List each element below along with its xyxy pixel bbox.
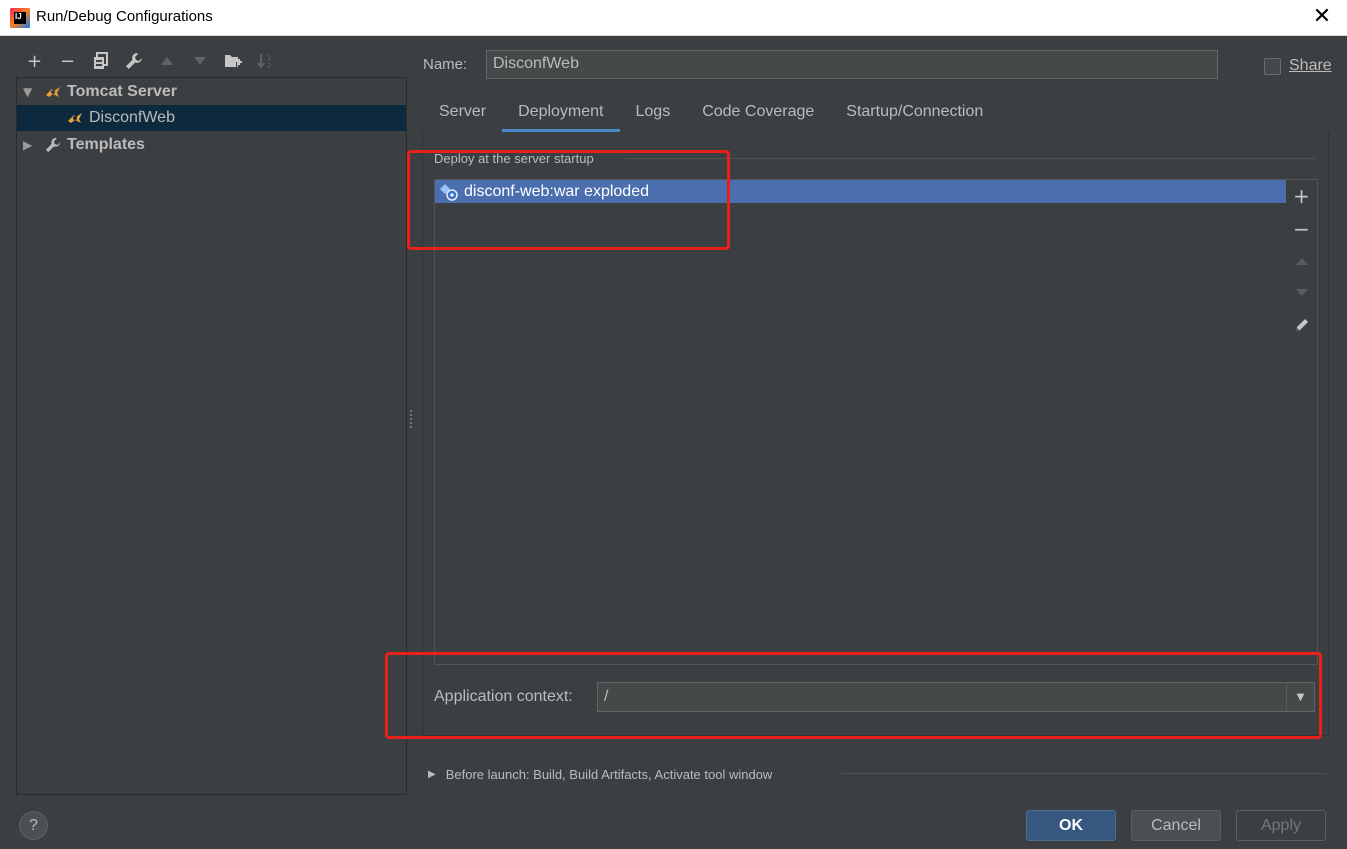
- share-label[interactable]: Share: [1289, 57, 1332, 75]
- tomcat-icon: [65, 110, 85, 126]
- name-field[interactable]: DisconfWeb: [486, 50, 1218, 79]
- tree-item-label: Templates: [67, 136, 145, 153]
- move-down-icon[interactable]: [1286, 278, 1317, 308]
- tree-item-templates[interactable]: ▶ Templates: [17, 132, 406, 158]
- collapsed-arrow-icon[interactable]: ▶: [23, 138, 35, 152]
- wrench-icon[interactable]: [117, 48, 150, 74]
- before-launch-label: Before launch: Build, Build Artifacts, A…: [445, 767, 773, 782]
- intellij-logo-icon: IJ: [10, 8, 30, 28]
- collapsed-arrow-icon[interactable]: ▶: [428, 769, 436, 780]
- splitter-handle[interactable]: [409, 410, 413, 430]
- tree-item-disconfweb[interactable]: DisconfWeb: [17, 105, 406, 131]
- svg-text:2: 2: [267, 62, 271, 70]
- artifact-list: disconf-web:war exploded: [434, 179, 1318, 665]
- artifact-list-area[interactable]: disconf-web:war exploded: [435, 180, 1286, 664]
- tab-logs[interactable]: Logs: [620, 96, 687, 132]
- svg-text:1: 1: [267, 54, 271, 62]
- move-up-icon[interactable]: [150, 48, 183, 74]
- name-label: Name:: [423, 56, 468, 73]
- tree-item-tomcat-server[interactable]: ▼ Tomcat Server: [17, 79, 406, 105]
- add-icon[interactable]: +: [1286, 181, 1317, 211]
- copy-icon[interactable]: [84, 48, 117, 74]
- share-checkbox-row[interactable]: Share: [1264, 57, 1332, 75]
- cancel-button[interactable]: Cancel: [1131, 810, 1221, 841]
- share-checkbox[interactable]: [1264, 57, 1281, 75]
- tab-bar: Server Deployment Logs Code Coverage Sta…: [423, 96, 999, 132]
- move-up-icon[interactable]: [1286, 246, 1317, 276]
- section-divider: [841, 773, 1326, 774]
- move-down-icon[interactable]: [183, 48, 216, 74]
- config-toolbar: + − 12: [18, 48, 282, 74]
- title-bar: IJ Run/Debug Configurations ✕: [0, 0, 1347, 36]
- apply-button[interactable]: Apply: [1236, 810, 1326, 841]
- sort-icon[interactable]: 12: [249, 48, 282, 74]
- add-icon[interactable]: +: [18, 48, 51, 74]
- expanded-arrow-icon[interactable]: ▼: [23, 85, 35, 99]
- tab-server[interactable]: Server: [423, 96, 502, 132]
- config-tree: ▼ Tomcat Server DisconfWeb ▶ Templates: [16, 77, 407, 795]
- tab-deployment[interactable]: Deployment: [502, 96, 620, 132]
- edit-pencil-icon[interactable]: [1286, 310, 1317, 340]
- close-icon[interactable]: ✕: [1311, 6, 1333, 28]
- before-launch-section[interactable]: ▶ Before launch: Build, Build Artifacts,…: [428, 767, 772, 782]
- tab-code-coverage[interactable]: Code Coverage: [686, 96, 830, 132]
- help-button[interactable]: ?: [19, 811, 48, 840]
- highlight-box-context: [385, 652, 1322, 739]
- highlight-box-deploy: [407, 150, 730, 250]
- tomcat-icon: [43, 84, 63, 100]
- tree-item-label: Tomcat Server: [67, 83, 177, 100]
- wrench-icon: [43, 137, 63, 153]
- tab-startup-connection[interactable]: Startup/Connection: [830, 96, 999, 132]
- window-title: Run/Debug Configurations: [36, 8, 213, 25]
- remove-icon[interactable]: −: [51, 48, 84, 74]
- new-folder-icon[interactable]: [216, 48, 249, 74]
- tree-item-label: DisconfWeb: [89, 109, 175, 126]
- ok-button[interactable]: OK: [1026, 810, 1116, 841]
- artifact-list-toolbar: + −: [1286, 180, 1317, 664]
- remove-icon[interactable]: −: [1286, 214, 1317, 244]
